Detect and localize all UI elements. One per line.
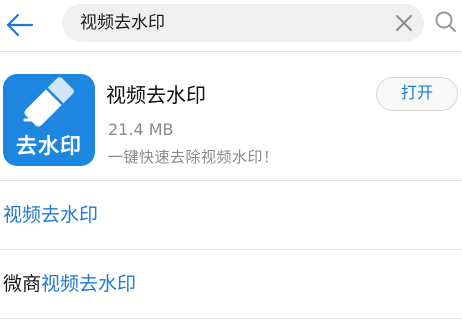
app-icon-label: 去水印 [16, 134, 82, 158]
app-result-card[interactable]: 去水印 视频去水印 21.4 MB 一键快速去除视频水印！ 打开 [0, 52, 462, 178]
app-icon[interactable]: 去水印 [3, 74, 95, 166]
suggestion-match: 视频去水印 [41, 273, 137, 295]
close-icon [396, 15, 412, 31]
arrow-left-icon [6, 13, 34, 37]
suggestion-item[interactable]: 微商视频去水印 [0, 251, 462, 317]
divider [0, 249, 462, 250]
open-button[interactable]: 打开 [376, 77, 458, 111]
search-bar: 视频去水印 [0, 0, 462, 50]
app-name: 视频去水印 [106, 83, 206, 107]
back-button[interactable] [4, 8, 38, 42]
search-button[interactable] [434, 10, 458, 36]
app-size: 21.4 MB [108, 120, 174, 139]
eraser-icon [23, 77, 74, 127]
search-input[interactable]: 视频去水印 [62, 4, 424, 42]
suggestion-text: 视频去水印 [3, 182, 98, 248]
divider [0, 318, 462, 319]
suggestion-prefix: 微商 [3, 273, 42, 295]
suggestion-match: 视频去水印 [3, 204, 99, 226]
suggestion-text: 微商视频去水印 [3, 251, 136, 317]
app-description: 一键快速去除视频水印！ [108, 148, 279, 166]
divider [0, 180, 462, 181]
search-query: 视频去水印 [80, 13, 165, 33]
clear-button[interactable] [394, 13, 414, 33]
search-icon [435, 11, 456, 32]
suggestion-item[interactable]: 视频去水印 [0, 182, 462, 248]
